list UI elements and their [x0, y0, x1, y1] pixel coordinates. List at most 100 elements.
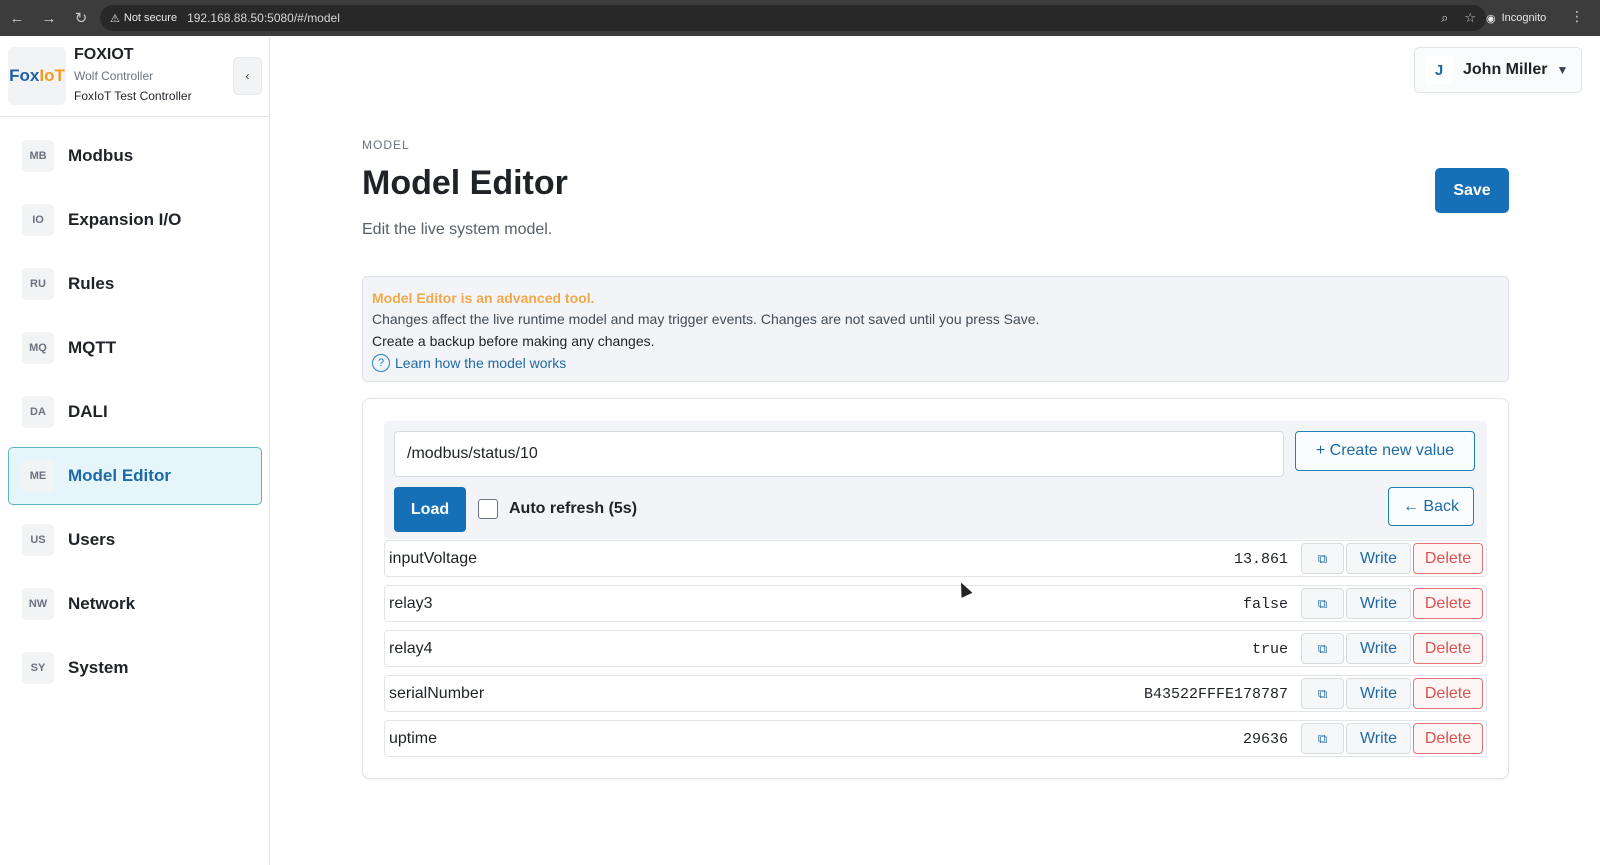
- security-indicator[interactable]: ⚠ Not secure: [110, 12, 187, 25]
- table-row: inputVoltage 13.861 ⧉ Write Delete: [384, 540, 1487, 577]
- incognito-indicator[interactable]: ◉ Incognito: [1478, 7, 1554, 29]
- copy-icon[interactable]: ⧉: [1301, 633, 1344, 664]
- sidebar-item-network[interactable]: NW Network: [8, 575, 262, 633]
- sidebar-item-label: DALI: [68, 402, 108, 421]
- value-key: uptime: [389, 730, 438, 747]
- auto-refresh-checkbox[interactable]: [478, 499, 498, 519]
- sidebar-item-abbr: ME: [22, 460, 54, 492]
- value-key: relay3: [389, 595, 433, 612]
- foxiot-logo: Fox IoT: [8, 47, 66, 105]
- back-button[interactable]: ← Back: [1388, 487, 1474, 526]
- copy-icon[interactable]: ⧉: [1301, 723, 1344, 754]
- brand-header: Fox IoT FOXIOT Wolf Controller FoxIoT Tes…: [0, 37, 269, 117]
- zoom-icon[interactable]: ⌕: [1441, 10, 1448, 26]
- browser-menu-icon[interactable]: ⋮: [1570, 8, 1584, 25]
- user-menu-button[interactable]: J John Miller ▼: [1414, 47, 1582, 93]
- create-new-value-button[interactable]: + Create new value: [1295, 431, 1475, 471]
- chevron-left-icon: ‹: [245, 69, 250, 83]
- copy-icon[interactable]: ⧉: [1301, 678, 1344, 709]
- forward-arrow-icon[interactable]: →: [34, 3, 64, 33]
- value-data: true: [1251, 641, 1288, 658]
- sidebar-item-mqtt[interactable]: MQ MQTT: [8, 319, 262, 377]
- value-data: B43522FFFE178787: [1143, 686, 1288, 703]
- sidebar-item-abbr: MB: [22, 140, 54, 172]
- model-editor-card: + Create new value Load Auto refresh (5s…: [362, 398, 1509, 779]
- sidebar-item-system[interactable]: SY System: [8, 639, 262, 697]
- brand-name: FOXIOT: [74, 46, 134, 63]
- auto-refresh-toggle[interactable]: Auto refresh (5s): [478, 499, 637, 519]
- url-text[interactable]: 192.168.88.50:5080/#/model: [187, 11, 340, 25]
- sidebar-item-model-editor[interactable]: ME Model Editor: [8, 447, 262, 505]
- value-key: relay4: [389, 640, 433, 657]
- question-circle-icon: ?: [372, 354, 390, 372]
- value-key: inputVoltage: [389, 550, 478, 567]
- table-row: uptime 29636 ⧉ Write Delete: [384, 720, 1487, 757]
- write-button[interactable]: Write: [1346, 723, 1411, 754]
- delete-button[interactable]: Delete: [1413, 723, 1483, 754]
- breadcrumb: MODEL: [362, 138, 410, 152]
- sidebar: Fox IoT FOXIOT Wolf Controller FoxIoT Tes…: [0, 37, 270, 865]
- value-data: false: [1242, 596, 1288, 613]
- sidebar-item-abbr: MQ: [22, 332, 54, 364]
- sidebar-item-label: MQTT: [68, 338, 117, 357]
- auto-refresh-label: Auto refresh (5s): [509, 500, 638, 517]
- learn-model-link[interactable]: ? Learn how the model works: [372, 352, 1499, 374]
- device-name: FoxIoT Test Controller: [74, 89, 192, 103]
- sidebar-item-modbus[interactable]: MB Modbus: [8, 127, 262, 185]
- sidebar-item-label: Network: [68, 594, 136, 613]
- model-path-input[interactable]: [394, 431, 1284, 477]
- sidebar-item-label: Model Editor: [68, 466, 171, 485]
- reload-icon[interactable]: ↻: [66, 3, 96, 33]
- back-arrow-icon[interactable]: ←: [2, 3, 32, 33]
- sidebar-item-dali[interactable]: DA DALI: [8, 383, 262, 441]
- write-button[interactable]: Write: [1346, 633, 1411, 664]
- sidebar-item-label: System: [68, 658, 129, 677]
- avatar: J: [1425, 56, 1453, 84]
- write-button[interactable]: Write: [1346, 588, 1411, 619]
- advanced-tool-warning: Model Editor is an advanced tool. Change…: [362, 276, 1509, 382]
- model-values-list: inputVoltage 13.861 ⧉ Write Delete relay…: [384, 540, 1487, 765]
- warning-triangle-icon: ⚠: [110, 12, 120, 25]
- brand-subtitle: Wolf Controller: [74, 69, 154, 83]
- sidebar-item-expansion-io[interactable]: IO Expansion I/O: [8, 191, 262, 249]
- sidebar-item-abbr: US: [22, 524, 54, 556]
- address-bar[interactable]: ⚠ Not secure 192.168.88.50:5080/#/model …: [100, 5, 1486, 31]
- table-row: serialNumber B43522FFFE178787 ⧉ Write De…: [384, 675, 1487, 712]
- value-data: 13.861: [1233, 551, 1288, 568]
- page-title: Model Editor: [362, 164, 568, 202]
- sidebar-item-label: Modbus: [68, 146, 134, 165]
- load-button[interactable]: Load: [394, 487, 466, 532]
- delete-button[interactable]: Delete: [1413, 543, 1483, 574]
- incognito-icon: ◉: [1486, 12, 1496, 25]
- sidebar-item-label: Expansion I/O: [68, 210, 182, 229]
- table-row: relay3 false ⧉ Write Delete: [384, 585, 1487, 622]
- value-key: serialNumber: [389, 685, 485, 702]
- page-subtitle: Edit the live system model.: [362, 221, 553, 238]
- write-button[interactable]: Write: [1346, 678, 1411, 709]
- copy-icon[interactable]: ⧉: [1301, 543, 1344, 574]
- save-button[interactable]: Save: [1435, 168, 1509, 213]
- sidebar-item-abbr: DA: [22, 396, 54, 428]
- warning-text: Changes affect the live runtime model an…: [372, 311, 1040, 327]
- write-button[interactable]: Write: [1346, 543, 1411, 574]
- sidebar-item-label: Users: [68, 530, 116, 549]
- browser-toolbar: ← → ↻ ⚠ Not secure 192.168.88.50:5080/#/…: [0, 0, 1600, 36]
- delete-button[interactable]: Delete: [1413, 678, 1483, 709]
- sidebar-item-abbr: RU: [22, 268, 54, 300]
- editor-toolbar: + Create new value Load Auto refresh (5s…: [384, 421, 1487, 539]
- sidebar-item-rules[interactable]: RU Rules: [8, 255, 262, 313]
- collapse-sidebar-button[interactable]: ‹: [233, 57, 262, 95]
- sidebar-item-label: Rules: [68, 274, 115, 293]
- warning-title: Model Editor is an advanced tool.: [372, 290, 595, 306]
- sidebar-item-users[interactable]: US Users: [8, 511, 262, 569]
- sidebar-item-abbr: IO: [22, 204, 54, 236]
- bookmark-star-icon[interactable]: ☆: [1464, 10, 1476, 26]
- delete-button[interactable]: Delete: [1413, 588, 1483, 619]
- sidebar-nav: MB Modbus IO Expansion I/O RU Rules MQ M…: [0, 127, 270, 703]
- user-name: John Miller: [1463, 61, 1548, 78]
- copy-icon[interactable]: ⧉: [1301, 588, 1344, 619]
- table-row: relay4 true ⧉ Write Delete: [384, 630, 1487, 667]
- delete-button[interactable]: Delete: [1413, 633, 1483, 664]
- sidebar-item-abbr: NW: [22, 588, 54, 620]
- sidebar-item-abbr: SY: [22, 652, 54, 684]
